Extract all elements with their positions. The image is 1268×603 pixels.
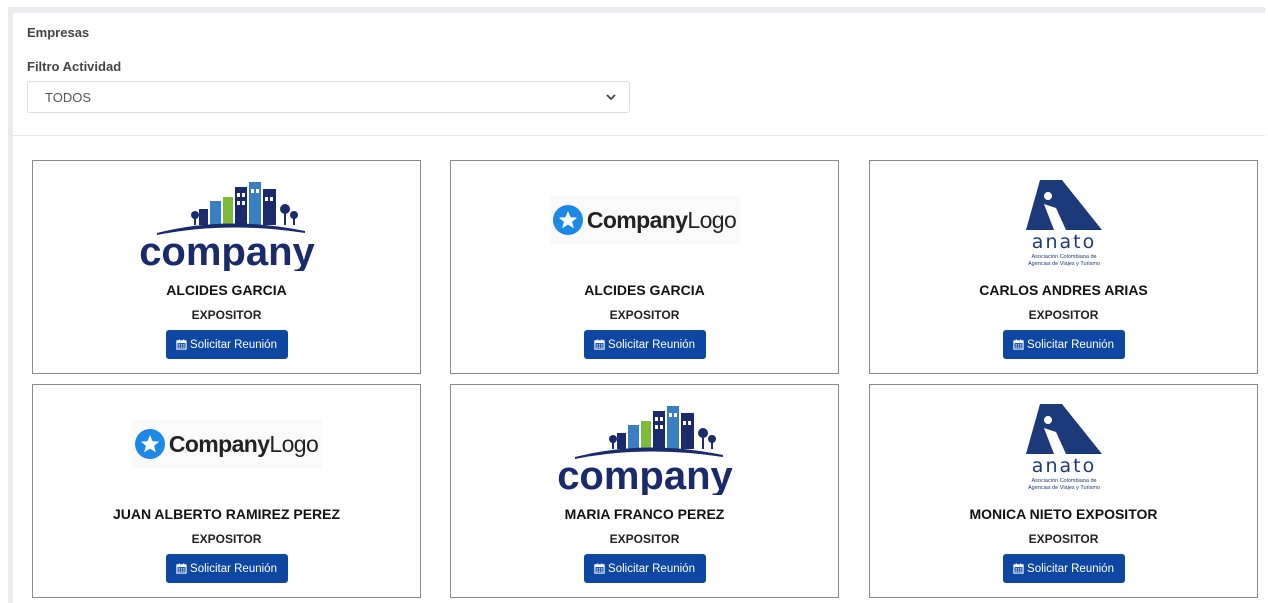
activity-filter-value: TODOS bbox=[45, 89, 91, 105]
star-icon bbox=[134, 429, 165, 459]
companylogo-star-logo: CompanyLogo bbox=[549, 196, 740, 244]
companylogo-light-text: Logo bbox=[687, 206, 737, 233]
companylogo-star-logo: CompanyLogo bbox=[131, 420, 322, 468]
company-logo-area: anato Asociación Colombiana de Agencias … bbox=[870, 161, 1257, 273]
calendar-icon bbox=[594, 563, 605, 574]
company-card: anato Asociación Colombiana de Agencias … bbox=[869, 160, 1258, 374]
calendar-icon bbox=[176, 339, 187, 350]
company-card: company ALCIDES GARCIA EXPOSITOR Solicitar… bbox=[32, 160, 421, 374]
request-meeting-button[interactable]: Solicitar Reunión bbox=[583, 554, 706, 583]
company-logo-area: company bbox=[451, 385, 838, 497]
filter-panel bbox=[13, 13, 1265, 136]
company-role: EXPOSITOR bbox=[191, 532, 262, 546]
request-meeting-button[interactable]: Solicitar Reunión bbox=[583, 330, 706, 359]
company-logo-area: company bbox=[33, 161, 420, 273]
request-meeting-label: Solicitar Reunión bbox=[190, 562, 277, 575]
company-logo-area: CompanyLogo bbox=[33, 385, 420, 497]
company-buildings-logo: company bbox=[554, 399, 735, 495]
anato-logo-line2: Agencias de Viajes y Turismo bbox=[1027, 261, 1099, 267]
company-contact-name: ALCIDES GARCIA bbox=[166, 282, 287, 298]
chevron-down-icon bbox=[606, 94, 616, 101]
companylogo-bold-text: Company bbox=[168, 430, 270, 457]
request-meeting-label: Solicitar Reunión bbox=[608, 562, 695, 575]
company-buildings-logo: company bbox=[136, 175, 317, 271]
anato-logo-line1: Asociación Colombiana de bbox=[1031, 254, 1096, 260]
anato-logo-text: anato bbox=[1031, 231, 1095, 253]
company-contact-name: CARLOS ANDRES ARIAS bbox=[979, 282, 1148, 298]
company-card: CompanyLogo ALCIDES GARCIA EXPOSITOR Solic… bbox=[450, 160, 839, 374]
request-meeting-button[interactable]: Solicitar Reunión bbox=[1002, 330, 1125, 359]
anato-logo-line2: Agencias de Viajes y Turismo bbox=[1027, 485, 1099, 491]
calendar-icon bbox=[594, 339, 605, 350]
company-contact-name: MARIA FRANCO PEREZ bbox=[564, 506, 725, 522]
company-logo-text: company bbox=[139, 230, 315, 271]
company-logo-text: company bbox=[557, 454, 733, 495]
filter-label: Filtro Actividad bbox=[27, 59, 122, 74]
company-role: EXPOSITOR bbox=[191, 308, 262, 322]
calendar-icon bbox=[176, 563, 187, 574]
company-role: EXPOSITOR bbox=[609, 532, 680, 546]
company-logo-area: CompanyLogo bbox=[451, 161, 838, 273]
request-meeting-button[interactable]: Solicitar Reunión bbox=[1002, 554, 1125, 583]
companylogo-light-text: Logo bbox=[269, 430, 319, 457]
company-contact-name: JUAN ALBERTO RAMIREZ PEREZ bbox=[112, 506, 341, 522]
company-contact-name: MONICA NIETO EXPOSITOR bbox=[969, 506, 1158, 522]
anato-logo: anato Asociación Colombiana de Agencias … bbox=[1005, 168, 1122, 272]
company-role: EXPOSITOR bbox=[1028, 308, 1099, 322]
request-meeting-button[interactable]: Solicitar Reunión bbox=[165, 330, 288, 359]
company-card: company MARIA FRANCO PEREZ EXPOSITOR Solic… bbox=[450, 384, 839, 598]
request-meeting-label: Solicitar Reunión bbox=[1027, 338, 1114, 351]
activity-filter-select[interactable]: TODOS bbox=[27, 81, 630, 113]
company-contact-name: ALCIDES GARCIA bbox=[584, 282, 705, 298]
calendar-icon bbox=[1013, 563, 1024, 574]
company-card: CompanyLogo JUAN ALBERTO RAMIREZ PEREZ EX… bbox=[32, 384, 421, 598]
request-meeting-label: Solicitar Reunión bbox=[608, 338, 695, 351]
anato-logo-text: anato bbox=[1031, 455, 1095, 477]
company-role: EXPOSITOR bbox=[1028, 532, 1099, 546]
companylogo-bold-text: Company bbox=[586, 206, 688, 233]
company-card: anato Asociación Colombiana de Agencias … bbox=[869, 384, 1258, 598]
anato-logo: anato Asociación Colombiana de Agencias … bbox=[1005, 392, 1122, 496]
section-title: Empresas bbox=[27, 25, 90, 40]
company-logo-area: anato Asociación Colombiana de Agencias … bbox=[870, 385, 1257, 497]
request-meeting-label: Solicitar Reunión bbox=[1027, 562, 1114, 575]
calendar-icon bbox=[1013, 339, 1024, 350]
anato-logo-line1: Asociación Colombiana de bbox=[1031, 478, 1096, 484]
company-role: EXPOSITOR bbox=[609, 308, 680, 322]
request-meeting-button[interactable]: Solicitar Reunión bbox=[165, 554, 288, 583]
request-meeting-label: Solicitar Reunión bbox=[190, 338, 277, 351]
star-icon bbox=[552, 205, 583, 235]
